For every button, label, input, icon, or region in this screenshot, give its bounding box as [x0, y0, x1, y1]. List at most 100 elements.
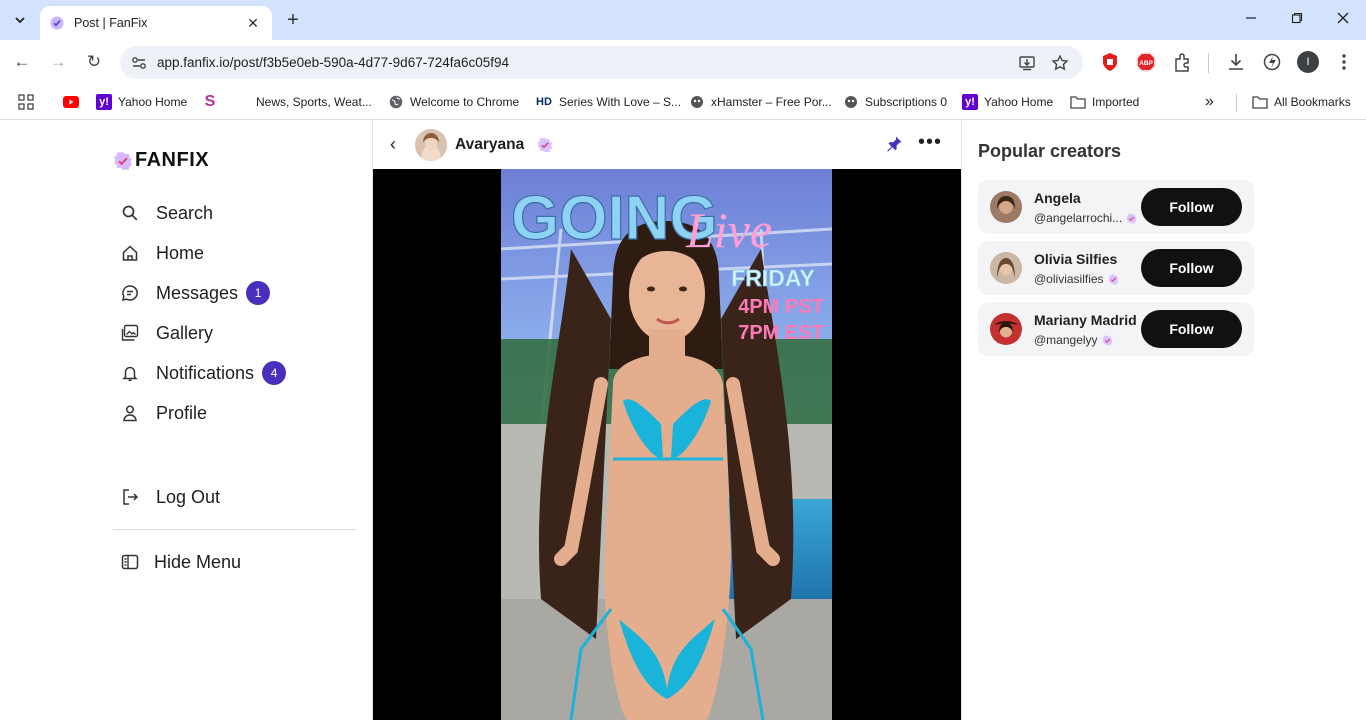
creator-handle-text: @oliviasilfies: [1034, 272, 1104, 286]
nav-gallery-label: Gallery: [156, 322, 214, 343]
creator-name[interactable]: Olivia Silfies: [1034, 251, 1117, 267]
profile-avatar-button[interactable]: I: [1297, 51, 1319, 73]
fanfix-logo-icon: [114, 151, 132, 170]
verified-badge-icon: [1108, 274, 1118, 284]
xhamster-icon: [843, 94, 859, 110]
bell-icon: [120, 363, 140, 383]
downloads-icon[interactable]: [1225, 51, 1247, 73]
hide-menu-button[interactable]: Hide Menu: [120, 548, 241, 576]
creator-avatar[interactable]: [990, 252, 1022, 284]
forward-button[interactable]: →: [47, 51, 69, 73]
bookmark-label: All Bookmarks: [1274, 95, 1351, 109]
browser-toolbar: ← → ↻ app.fanfix.io/post/f3b5e0eb-590a-4…: [0, 40, 1366, 85]
fanfix-favicon-icon: [50, 16, 64, 30]
bookmark-folder-all[interactable]: All Bookmarks: [1252, 93, 1351, 111]
folder-icon: [1252, 94, 1268, 110]
bookmark-s[interactable]: S: [202, 93, 224, 111]
message-icon: [120, 283, 140, 303]
creator-handle: @mangelyy: [1034, 333, 1113, 347]
verified-badge-icon: [1126, 213, 1137, 223]
toolbar-separator: [1208, 53, 1209, 73]
notifications-count-badge: 4: [262, 361, 287, 385]
bookmark-label: Welcome to Chrome: [410, 95, 520, 109]
messages-count-badge: 1: [246, 281, 271, 305]
creator-avatar[interactable]: [990, 313, 1022, 345]
logout-icon: [120, 487, 140, 507]
reload-button[interactable]: ↻: [83, 51, 105, 73]
bookmark-star-icon[interactable]: [1051, 54, 1069, 72]
post-back-button[interactable]: ‹: [390, 134, 396, 155]
globe-icon: [388, 94, 404, 110]
nav-profile[interactable]: Profile: [120, 399, 207, 427]
post-media-viewer[interactable]: GOING Live FRIDAY 4PM PST 7PM EST: [373, 169, 961, 720]
xhamster-icon: [689, 94, 705, 110]
extensions-puzzle-icon[interactable]: [1172, 51, 1194, 73]
adblock-plus-extension-icon[interactable]: ABP: [1135, 51, 1157, 73]
bookmark-series-with-love[interactable]: HD Series With Love – S...: [535, 93, 681, 111]
creator-avatar[interactable]: [990, 191, 1022, 223]
bookmark-news[interactable]: News, Sports, Weat...: [234, 93, 372, 111]
bookmarks-overflow-button[interactable]: »: [1205, 93, 1214, 111]
s-icon: S: [204, 93, 216, 110]
pin-icon[interactable]: [885, 135, 903, 153]
nav-search-label: Search: [156, 202, 214, 223]
close-window-button[interactable]: [1333, 10, 1353, 30]
bookmarks-separator: [1236, 94, 1237, 112]
nav-divider: [113, 529, 356, 530]
creator-handle-text: @angelarrochi...: [1034, 211, 1123, 225]
creator-card[interactable]: Mariany Madrid @mangelyy Follow: [978, 302, 1254, 356]
url-text[interactable]: app.fanfix.io/post/f3b5e0eb-590a-4d77-9d…: [157, 55, 509, 70]
creator-card[interactable]: Angela @angelarrochi... Follow: [978, 180, 1254, 234]
logo-wordmark: FANFIX: [135, 149, 210, 171]
new-tab-button[interactable]: +: [282, 9, 304, 31]
maximize-button[interactable]: [1287, 10, 1307, 30]
tab-close-icon[interactable]: ✕: [244, 15, 262, 32]
app-sidebar: FANFIX Search Home Messages 1 Gallery No…: [0, 121, 372, 720]
nav-home[interactable]: Home: [120, 239, 204, 267]
nav-notifications-label: Notifications: [156, 362, 255, 383]
follow-button[interactable]: Follow: [1141, 188, 1242, 226]
bookmark-subscriptions[interactable]: Subscriptions 0: [843, 93, 947, 111]
creator-card[interactable]: Olivia Silfies @oliviasilfies Follow: [978, 241, 1254, 295]
nav-notifications[interactable]: Notifications 4: [120, 359, 287, 387]
hide-menu-label: Hide Menu: [154, 551, 242, 572]
opera-adblock-extension-icon[interactable]: [1099, 51, 1121, 73]
fanfix-logo[interactable]: FANFIX: [113, 149, 209, 172]
back-button[interactable]: ←: [11, 51, 33, 73]
creator-name[interactable]: Avaryana: [455, 136, 524, 154]
bookmark-xhamster[interactable]: xHamster – Free Por...: [689, 93, 832, 111]
folder-icon: [1070, 94, 1086, 110]
user-icon: [120, 403, 140, 423]
browser-tab[interactable]: Post | FanFix ✕: [40, 6, 272, 40]
nav-search[interactable]: Search: [120, 199, 213, 227]
install-app-icon[interactable]: [1018, 54, 1036, 72]
creator-avatar[interactable]: [415, 129, 447, 161]
apps-button[interactable]: [18, 93, 34, 111]
minimize-button[interactable]: [1241, 10, 1261, 30]
bookmark-youtube[interactable]: [63, 93, 85, 111]
chrome-menu-icon[interactable]: [1333, 51, 1355, 73]
follow-button[interactable]: Follow: [1141, 310, 1242, 348]
follow-button[interactable]: Follow: [1141, 249, 1242, 287]
bookmark-welcome-chrome[interactable]: Welcome to Chrome: [388, 93, 519, 111]
nav-messages[interactable]: Messages 1: [120, 279, 271, 307]
site-info-icon[interactable]: [130, 54, 148, 72]
bookmark-yahoo-home-1[interactable]: y! Yahoo Home: [96, 93, 187, 111]
bookmark-yahoo-home-2[interactable]: y! Yahoo Home: [962, 93, 1053, 111]
creator-name[interactable]: Angela: [1034, 190, 1081, 206]
bookmark-folder-imported[interactable]: Imported: [1070, 93, 1139, 111]
bookmark-label: News, Sports, Weat...: [256, 95, 372, 109]
bookmark-label: Imported: [1092, 95, 1140, 109]
youtube-icon: [63, 94, 79, 110]
address-bar[interactable]: app.fanfix.io/post/f3b5e0eb-590a-4d77-9d…: [120, 46, 1083, 79]
image-text-pst: 4PM PST: [738, 296, 824, 318]
creator-name[interactable]: Mariany Madrid: [1034, 312, 1137, 328]
close-icon: [1337, 12, 1349, 24]
performance-icon[interactable]: [1261, 51, 1283, 73]
post-more-options[interactable]: •••: [918, 131, 942, 154]
post-image: GOING Live FRIDAY 4PM PST 7PM EST: [501, 169, 832, 720]
bookmarks-bar: y! Yahoo Home S News, Sports, Weat... We…: [0, 85, 1366, 120]
tab-search-button[interactable]: [8, 8, 32, 32]
nav-logout[interactable]: Log Out: [120, 483, 220, 511]
nav-gallery[interactable]: Gallery: [120, 319, 213, 347]
